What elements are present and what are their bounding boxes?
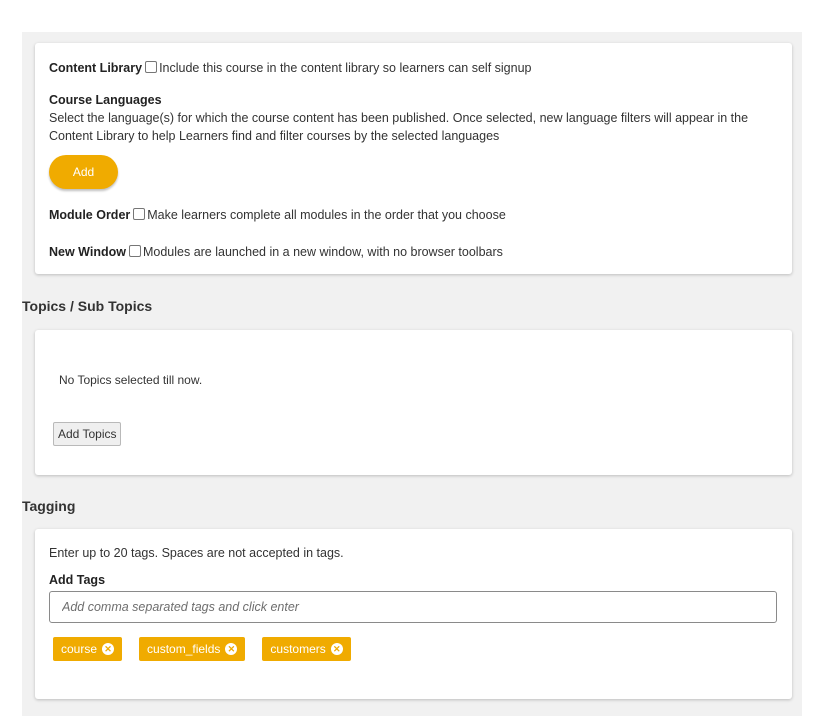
content-library-checkbox[interactable]	[145, 61, 158, 73]
course-languages-description: Select the language(s) for which the cou…	[49, 111, 749, 143]
module-order-checkbox[interactable]	[133, 208, 146, 220]
add-tags-label: Add Tags	[49, 573, 106, 587]
content-library-description: Include this course in the content libra…	[159, 61, 532, 75]
course-settings-card: Content Library Include this course in th…	[35, 43, 792, 274]
tag-label: customers	[270, 642, 326, 656]
remove-tag-icon[interactable]: ✕	[330, 643, 343, 655]
topics-card: No Topics selected till now. Add Topics	[35, 330, 792, 475]
module-order-description: Make learners complete all modules in th…	[147, 208, 506, 222]
add-topics-button[interactable]: Add Topics	[53, 422, 122, 446]
no-topics-text: No Topics selected till now.	[59, 373, 203, 387]
tagging-hint: Enter up to 20 tags. Spaces are not acce…	[49, 546, 344, 560]
tag-list: course ✕ custom_fields ✕ customers ✕	[53, 637, 351, 661]
course-settings-page: Content Library Include this course in th…	[22, 32, 802, 716]
new-window-row: New Window Modules are launched in a new …	[49, 244, 778, 260]
tag-chip: customers ✕	[262, 637, 351, 661]
remove-tag-icon[interactable]: ✕	[102, 643, 115, 655]
tag-label: course	[61, 642, 98, 656]
new-window-label: New Window	[49, 245, 126, 259]
tags-input[interactable]	[49, 591, 777, 623]
tagging-section-title: Tagging	[22, 498, 76, 514]
add-language-button[interactable]: Add	[49, 155, 118, 189]
content-library-row: Content Library Include this course in th…	[49, 60, 778, 76]
tag-label: custom_fields	[147, 642, 221, 656]
module-order-label: Module Order	[49, 208, 131, 222]
new-window-description: Modules are launched in a new window, wi…	[142, 245, 503, 259]
topics-section-title: Topics / Sub Topics	[22, 298, 153, 314]
module-order-row: Module Order Make learners complete all m…	[49, 207, 778, 223]
remove-tag-icon[interactable]: ✕	[225, 643, 238, 655]
new-window-checkbox[interactable]	[128, 245, 141, 257]
course-languages-label: Course Languages	[49, 93, 162, 107]
tag-chip: course ✕	[53, 637, 123, 661]
tag-chip: custom_fields ✕	[139, 637, 246, 661]
content-library-label: Content Library	[49, 61, 143, 75]
tagging-card: Enter up to 20 tags. Spaces are not acce…	[35, 529, 792, 699]
course-languages-section: Course Languages Select the language(s) …	[49, 92, 778, 145]
